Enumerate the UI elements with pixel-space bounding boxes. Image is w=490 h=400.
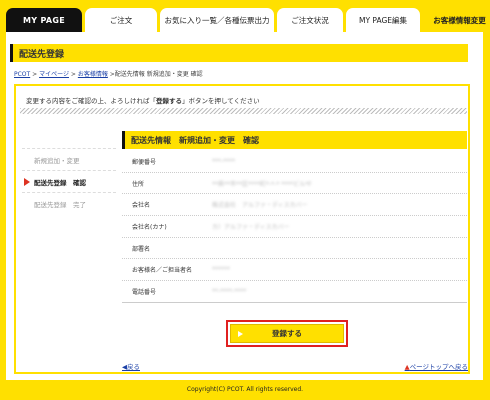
- field-value: ***-****: [212, 157, 236, 165]
- field-value: カ）アルファ・ディスカバー: [212, 223, 290, 231]
- field-label: お客様名／ご担当者名: [132, 267, 193, 275]
- tab-order-status[interactable]: ご注文状況: [277, 8, 343, 32]
- tab-mypage-edit[interactable]: MY PAGE編集: [346, 8, 420, 32]
- step-item-input: 新規追加・変更: [22, 148, 116, 170]
- current-step-arrow-icon: [24, 178, 30, 186]
- table-row: 会社名(カナ) カ）アルファ・ディスカバー: [122, 216, 467, 238]
- field-label: 住所: [132, 180, 145, 188]
- back-link[interactable]: ◀戻る: [122, 361, 140, 371]
- field-value: ******: [212, 266, 230, 274]
- page-title: 配送先登録: [10, 44, 468, 62]
- field-label: 会社名(カナ): [132, 223, 167, 231]
- table-row: 会社名 株式会社 アルファ・ディスカバー: [122, 194, 467, 217]
- step-label: 配送先登録 完了: [34, 200, 86, 209]
- breadcrumb-link-pcot[interactable]: PCOT: [14, 71, 30, 78]
- instruction-after: 」ボタンを押してください: [182, 97, 260, 105]
- field-label: 郵便番号: [132, 158, 157, 166]
- breadcrumb-link-mypage[interactable]: マイページ: [39, 71, 69, 78]
- copyright: Copyright(C) PCOT. All rights reserved.: [186, 386, 304, 393]
- page-top-label: ページトップへ戻る: [409, 363, 468, 371]
- breadcrumb-current: >配送先情報 新規追加・変更 確認: [109, 71, 203, 78]
- breadcrumb-link-customer-info[interactable]: お客様情報: [78, 71, 108, 78]
- breadcrumb-separator: >: [70, 71, 76, 78]
- field-value: 株式会社 アルファ・ディスカバー: [212, 202, 308, 210]
- table-row: 住所 **県**市**区****町*-*-* ****ビル*F: [122, 173, 467, 195]
- step-label: 新規追加・変更: [34, 156, 80, 165]
- submit-highlight: 登録する: [226, 320, 348, 347]
- instruction-bold: 登録する: [156, 97, 182, 105]
- step-item-complete: 配送先登録 完了: [22, 192, 116, 214]
- tab-favorites[interactable]: お気に入り一覧／各種伝票出力: [160, 8, 274, 32]
- table-row: 部署名: [122, 238, 467, 260]
- instruction-text: 変更する内容をご確認の上、よろしければ「登録する」ボタンを押してください: [26, 95, 260, 105]
- top-nav: MY PAGE ご注文 お気に入り一覧／各種伝票出力 ご注文状況 MY PAGE…: [6, 8, 490, 32]
- step-item-confirm: 配送先登録 確認: [22, 170, 116, 192]
- step-label: 配送先登録 確認: [34, 178, 86, 187]
- play-arrow-icon: [238, 331, 243, 337]
- table-row: 郵便番号 ***-****: [122, 151, 467, 173]
- breadcrumb-separator: >: [32, 71, 38, 78]
- register-button[interactable]: 登録する: [230, 324, 344, 343]
- field-label: 会社名: [132, 202, 151, 210]
- tab-order[interactable]: ご注文: [85, 8, 157, 32]
- confirm-table: 郵便番号 ***-**** 住所 **県**市**区****町*-*-* ***…: [122, 151, 467, 303]
- table-row: 電話番号 **-****-****: [122, 281, 467, 303]
- register-button-label: 登録する: [272, 329, 302, 338]
- breadcrumb: PCOT > マイページ > お客様情報 >配送先情報 新規追加・変更 確認: [14, 69, 203, 78]
- step-sidebar: 新規追加・変更 配送先登録 確認 配送先登録 完了: [22, 148, 116, 214]
- hatch-divider: [20, 108, 467, 114]
- tab-customer-info[interactable]: お客様情報変更: [423, 8, 490, 32]
- instruction-before: 変更する内容をご確認の上、よろしければ「: [26, 97, 156, 105]
- table-row: お客様名／ご担当者名 ******: [122, 259, 467, 282]
- field-label: 電話番号: [132, 288, 157, 296]
- field-label: 部署名: [132, 245, 151, 253]
- tab-my-page[interactable]: MY PAGE: [6, 8, 82, 32]
- field-value: **県**市**区****町*-*-* ****ビル*F: [212, 180, 312, 188]
- field-value: **-****-****: [212, 287, 247, 295]
- section-title: 配送先情報 新規追加・変更 確認: [122, 131, 467, 149]
- page-top-link[interactable]: ▲ページトップへ戻る: [405, 361, 468, 371]
